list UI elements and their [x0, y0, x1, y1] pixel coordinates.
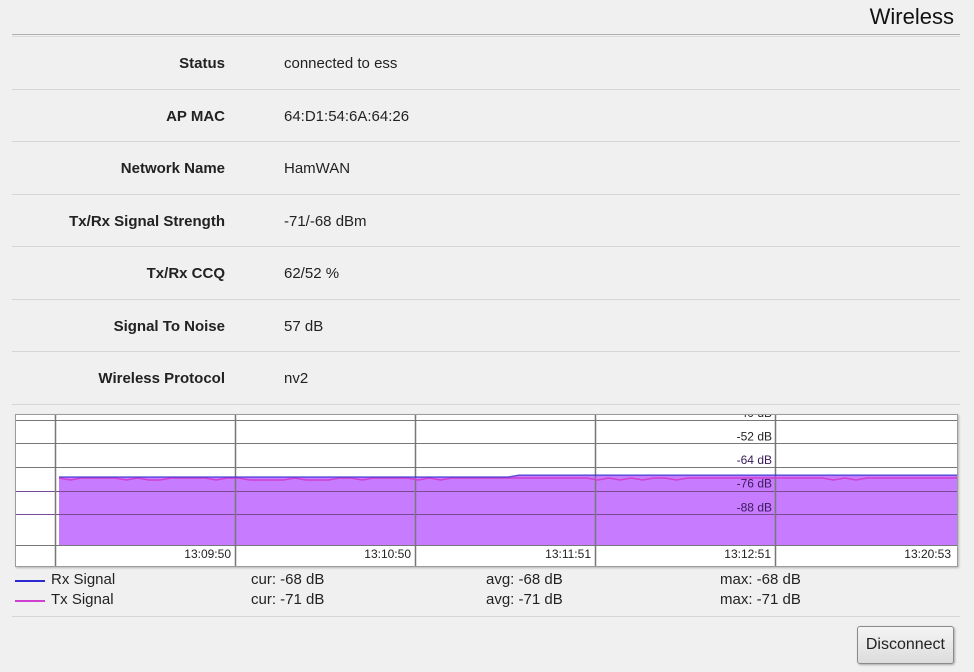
tx-signal-swatch — [15, 600, 45, 602]
y-tick-label: -64 dB — [737, 453, 772, 467]
graph-legend: Rx Signal cur: -68 dB avg: -68 dB max: -… — [15, 571, 958, 611]
rx-signal-name: Rx Signal — [51, 571, 116, 588]
status-label: Status — [179, 55, 225, 72]
signal-strength-label: Tx/Rx Signal Strength — [69, 212, 225, 230]
rx-signal-avg: avg: -68 dB — [486, 571, 563, 588]
rx-signal-max: max: -68 dB — [720, 571, 801, 588]
legend-row-rx: Rx Signal cur: -68 dB avg: -68 dB max: -… — [15, 571, 958, 591]
tx-signal-max: max: -71 dB — [720, 591, 801, 608]
y-tick-label: -76 dB — [737, 477, 772, 491]
y-tick-label: -88 dB — [737, 500, 772, 514]
x-tick-label: 13:09:50 — [184, 547, 231, 561]
row-wireless-protocol: Wireless Protocol nv2 — [12, 352, 960, 405]
signal-strength-value: -71/-68 dBm — [284, 212, 367, 230]
signal-area — [59, 475, 957, 545]
x-tick-label: 13:20:53 — [904, 547, 951, 561]
x-tick-label: 13:11:51 — [545, 547, 591, 561]
bottom-divider — [12, 616, 960, 617]
signal-to-noise-value: 57 dB — [284, 317, 324, 335]
wireless-page: Wireless Status connected to ess AP MAC … — [0, 0, 974, 672]
tx-signal-cur: cur: -71 dB — [251, 591, 325, 608]
row-network-name: Network Name HamWAN — [12, 142, 960, 195]
x-tick-label: 13:12:51 — [724, 547, 771, 561]
page-title: Wireless — [869, 4, 954, 29]
row-status: Status connected to ess — [12, 37, 960, 90]
ccq-label: Tx/Rx CCQ — [146, 265, 225, 282]
network-name-value: HamWAN — [284, 160, 351, 177]
status-table: Status connected to ess AP MAC 64:D1:54:… — [12, 37, 960, 405]
rx-signal-cur: cur: -68 dB — [251, 571, 325, 588]
tx-signal-name: Tx Signal — [51, 591, 114, 608]
y-tick-label: -52 dB — [737, 429, 772, 443]
wireless-protocol-value: nv2 — [284, 370, 309, 387]
ccq-value: 62/52 % — [284, 265, 340, 282]
row-signal-strength: Tx/Rx Signal Strength -71/-68 dBm — [12, 195, 960, 247]
ap-mac-label: AP MAC — [166, 107, 225, 125]
legend-row-tx: Tx Signal cur: -71 dB avg: -71 dB max: -… — [15, 591, 958, 611]
status-value: connected to ess — [284, 55, 398, 72]
signal-to-noise-label: Signal To Noise — [113, 317, 225, 335]
row-signal-to-noise: Signal To Noise 57 dB — [12, 300, 960, 352]
x-tick-label: 13:10:50 — [364, 547, 411, 561]
disconnect-button[interactable]: Disconnect — [856, 626, 954, 664]
rx-signal-swatch — [15, 580, 45, 582]
signal-graph-canvas: -40 dB -52 dB -64 dB -76 dB -88 dB 13:09:50 13… — [16, 415, 957, 566]
signal-graph: -40 dB -52 dB -64 dB -76 dB -88 dB 13:09:50 13… — [15, 414, 958, 567]
ap-mac-value: 64:D1:54:6A:64:26 — [284, 107, 410, 125]
network-name-label: Network Name — [120, 160, 225, 177]
row-ccq: Tx/Rx CCQ 62/52 % — [12, 247, 960, 300]
row-ap-mac: AP MAC 64:D1:54:6A:64:26 — [12, 90, 960, 142]
wireless-protocol-label: Wireless Protocol — [98, 370, 225, 387]
tx-signal-avg: avg: -71 dB — [486, 591, 563, 608]
y-tick-label: -40 dB — [737, 415, 772, 420]
